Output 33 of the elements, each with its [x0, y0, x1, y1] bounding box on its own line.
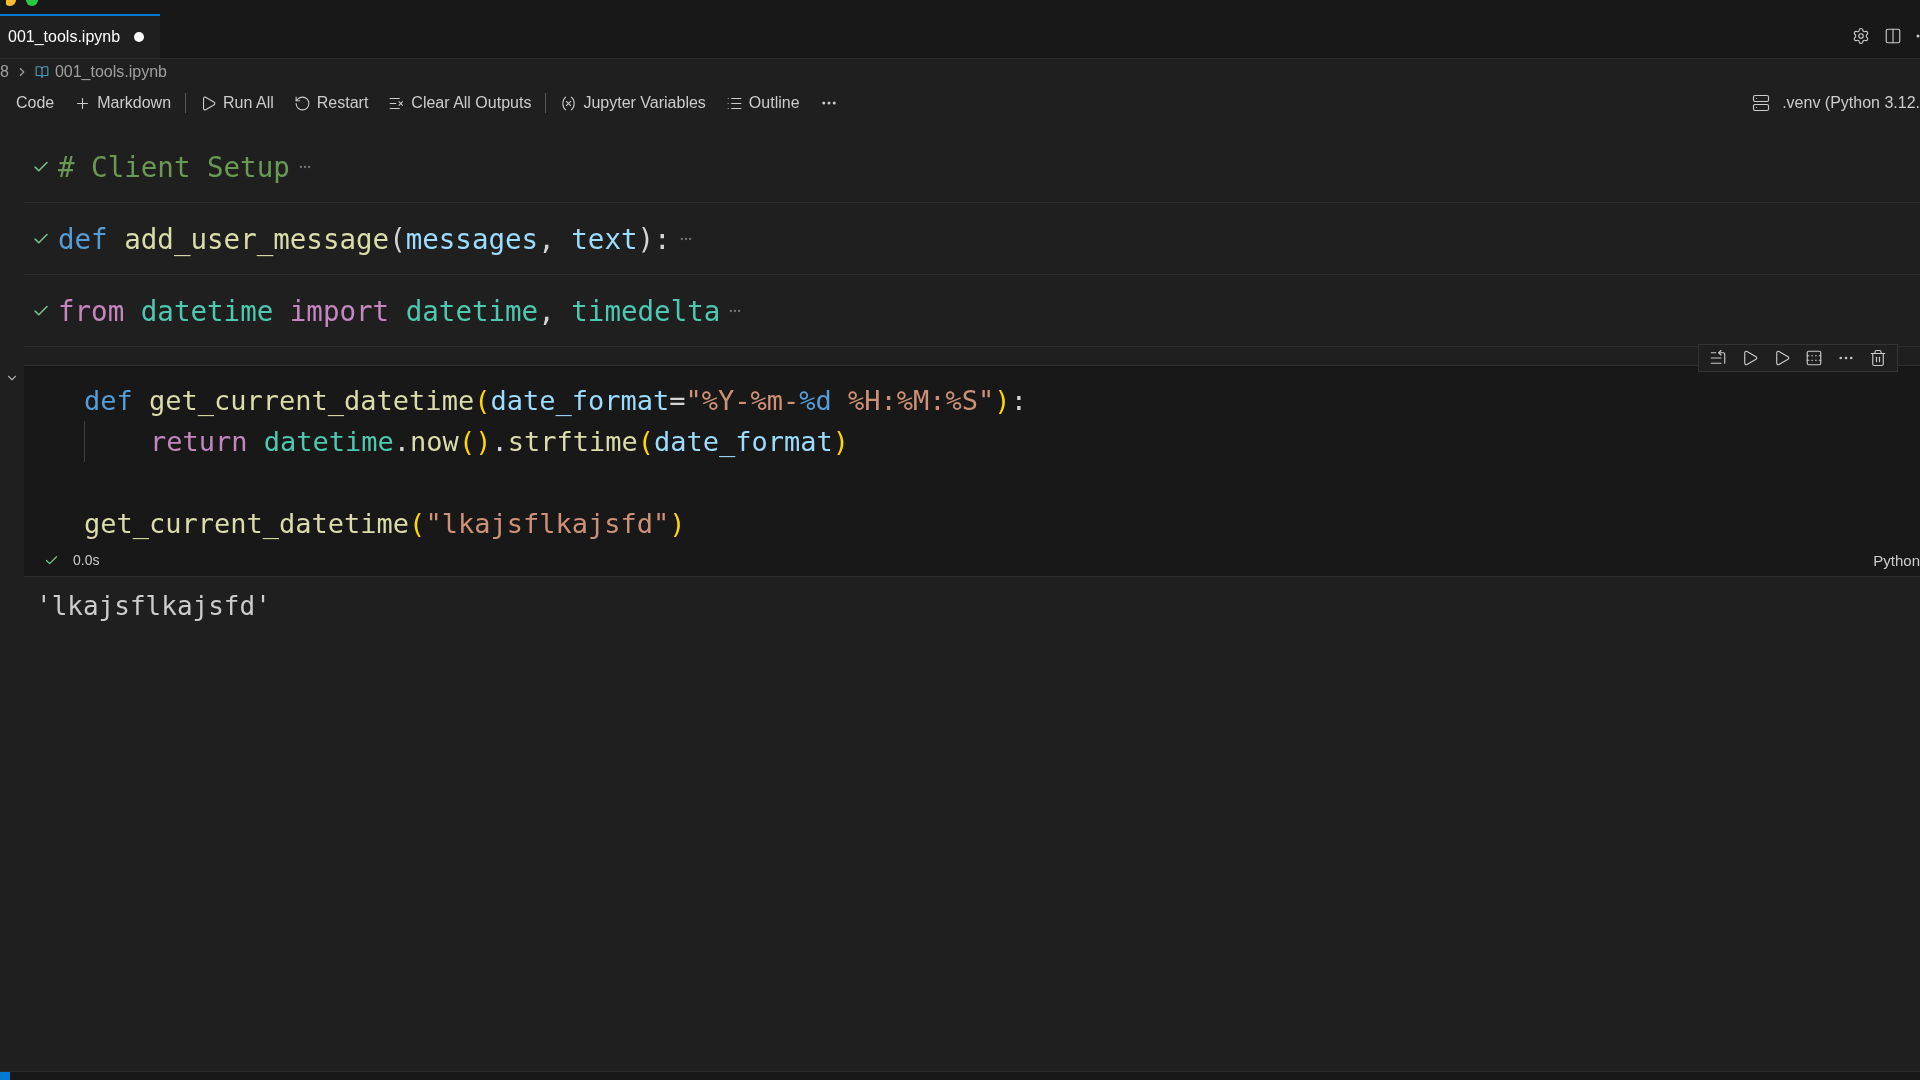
- code-line: get_current_datetime("lkajsflkajsfd"): [84, 508, 686, 539]
- toolbar-button[interactable]: Restart: [285, 92, 377, 114]
- run-by-line-icon[interactable]: [1709, 349, 1727, 367]
- cell-output: 'lkajsflkajsfd': [35, 590, 272, 621]
- code-line: def add_user_message(messages, text):: [58, 222, 671, 255]
- breadcrumb-item[interactable]: 001_tools.ipynb: [54, 63, 167, 81]
- toolbar-button[interactable]: Clear All Outputs: [380, 92, 540, 114]
- play-icon: [200, 94, 218, 112]
- code-line: return datetime.now().strftime(date_format): [150, 426, 850, 457]
- split-editor-icon[interactable]: [1884, 27, 1902, 45]
- code-line: # Client Setup: [58, 150, 290, 183]
- execution-time: 0.0s: [73, 552, 100, 568]
- restart-icon: [293, 94, 311, 112]
- toolbar-button[interactable]: Run All: [192, 92, 282, 114]
- split-cell-icon[interactable]: [1805, 349, 1823, 367]
- notebook-icon: [34, 65, 49, 79]
- toolbar-button[interactable]: Markdown: [66, 92, 180, 114]
- kernel-picker[interactable]: .venv (Python 3.12.: [1782, 94, 1920, 112]
- settings-icon[interactable]: [1852, 27, 1870, 45]
- variables-icon: [560, 94, 578, 112]
- toolbar-button[interactable]: Outline: [717, 92, 808, 114]
- code-line: from datetime import datetime, timedelta: [58, 294, 721, 327]
- window-controls-icon[interactable]: [6, 0, 40, 8]
- toolbar-button[interactable]: Jupyter Variables: [552, 92, 714, 114]
- more-icon[interactable]: [1916, 34, 1920, 38]
- delete-icon[interactable]: [1869, 349, 1887, 367]
- tab-label: 001_tools.ipynb: [8, 28, 121, 46]
- toolbar-button[interactable]: Code: [8, 92, 63, 114]
- breadcrumb-item[interactable]: 8: [0, 63, 9, 81]
- code-line: def get_current_datetime(date_format="%Y-%m-%d %H:%M:%S"):: [84, 385, 1027, 416]
- cell-language[interactable]: Python: [1873, 551, 1920, 569]
- editor-tab[interactable]: 001_tools.ipynb: [0, 14, 161, 58]
- kernel-icon[interactable]: [1752, 94, 1771, 112]
